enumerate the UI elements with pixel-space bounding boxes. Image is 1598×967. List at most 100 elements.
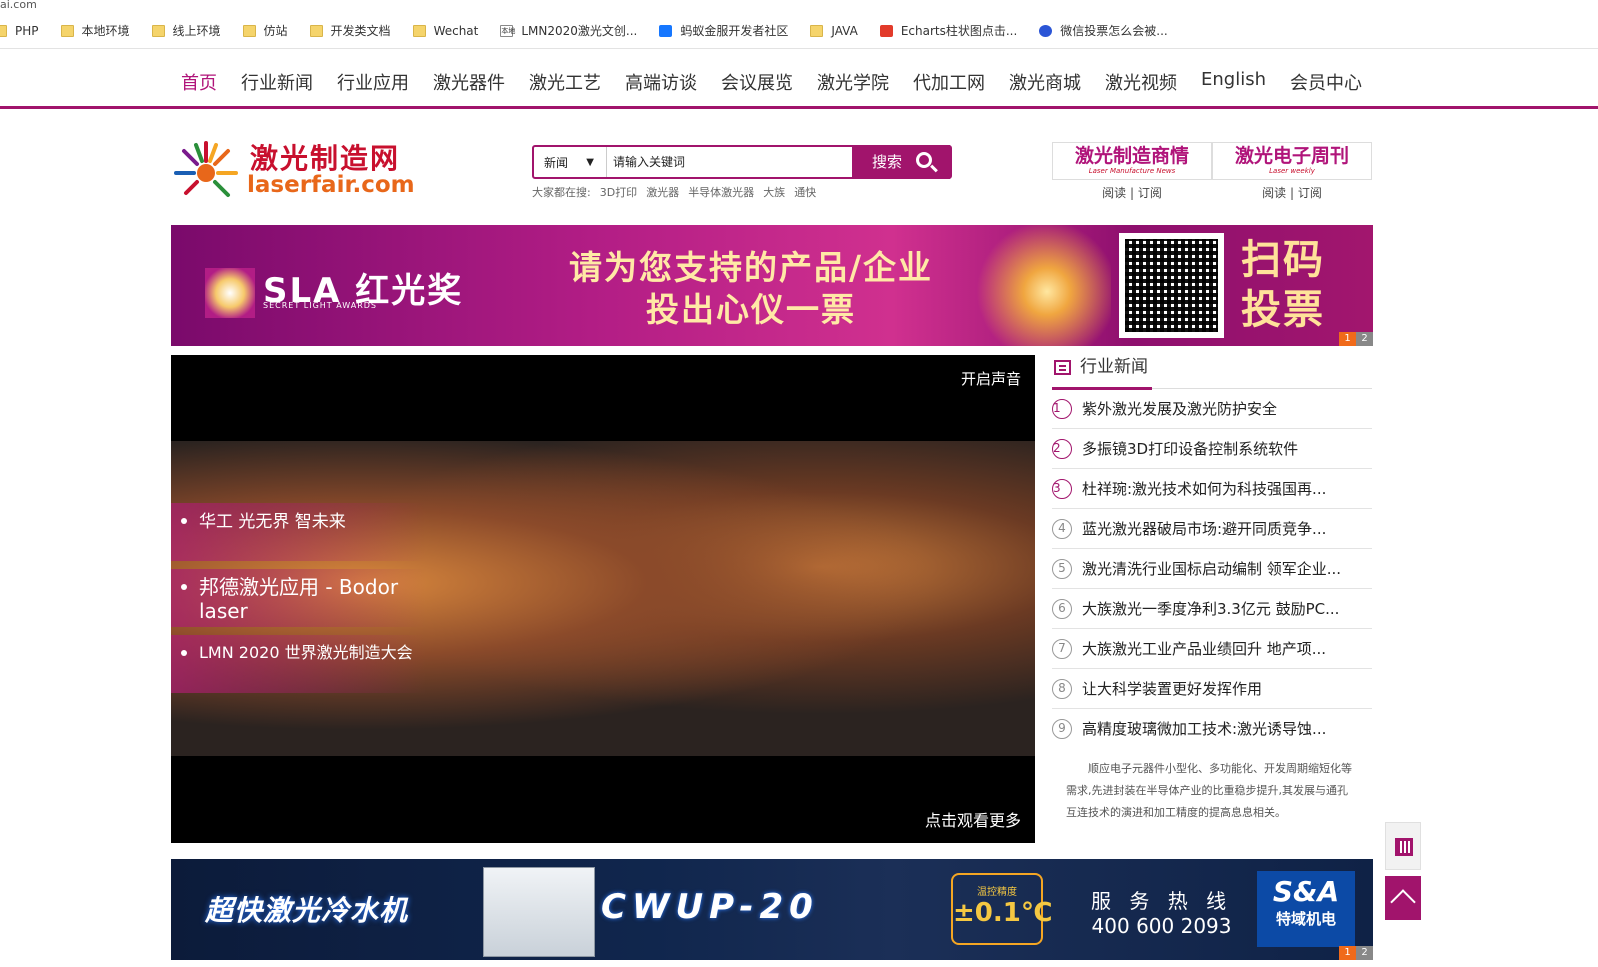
banner1-page-1[interactable]: 1 xyxy=(1339,332,1356,346)
banner1-page-2[interactable]: 2 xyxy=(1356,332,1373,346)
publication-logo[interactable]: 激光电子周刊 Laser weekly xyxy=(1212,142,1372,180)
news-item[interactable]: 5 激光清洗行业国标启动编制 领军企业... xyxy=(1052,549,1372,589)
nav-item[interactable]: 激光学院 xyxy=(817,69,889,95)
award-banner[interactable]: SLA 红光奖 SECRET LIGHT AWARDS 请为您支持的产品/企业 … xyxy=(171,225,1373,346)
search-icon xyxy=(916,152,932,168)
industry-news-panel: 行业新闻 1 紫外激光发展及激光防护安全 2 多振镜3D打印设备控制系统软件 3 杜祥琬:… xyxy=(1052,355,1372,843)
chiller-model: CWUP-20 xyxy=(601,887,819,927)
bookmark-label: 微信投票怎么会被... xyxy=(1060,24,1168,38)
logo-text-cn: 激光制造网 xyxy=(250,142,401,175)
nav-item[interactable]: 行业应用 xyxy=(337,69,409,95)
bookmark-label: PHP xyxy=(15,23,39,38)
bookmark-item[interactable]: 仿站 xyxy=(242,22,288,39)
service-hotline: 服 务 热 线 400 600 2093 xyxy=(1091,885,1232,938)
publications: 激光制造商情 Laser Manufacture News 阅读 | 订阅 激光电子周… xyxy=(1052,142,1372,202)
news-rank: 5 xyxy=(1052,559,1072,579)
bookmark-item[interactable]: 本地环境 xyxy=(60,22,130,39)
hot-search-term[interactable]: 半导体激光器 xyxy=(688,184,754,200)
bookmark-item[interactable]: Wechat xyxy=(412,24,478,38)
news-headline: 多振镜3D打印设备控制系统软件 xyxy=(1082,440,1299,458)
nav-item[interactable]: 代加工网 xyxy=(913,69,985,95)
hot-search-term[interactable]: 通快 xyxy=(794,184,816,200)
hot-search-term[interactable]: 激光器 xyxy=(646,184,679,200)
folder-icon xyxy=(60,24,74,37)
chiller-product-image xyxy=(483,867,595,957)
bookmark-item[interactable]: 线上环境 xyxy=(151,22,221,39)
temp-precision-badge: 温控精度 ±0.1℃ xyxy=(951,873,1052,945)
vote-cta-line1: 扫码 xyxy=(1241,237,1325,283)
folder-icon xyxy=(151,24,165,37)
bookmark-item[interactable]: JAVA xyxy=(810,24,858,38)
news-rank: 1 xyxy=(1052,399,1072,419)
nav-item[interactable]: 首页 xyxy=(181,69,217,95)
news-headline: 让大科学装置更好发挥作用 xyxy=(1082,680,1263,698)
alipay-icon xyxy=(659,24,673,37)
bookmark-item[interactable]: 开发类文档 xyxy=(309,22,391,39)
nav-item[interactable]: 会员中心 xyxy=(1290,69,1362,95)
search-category-select[interactable]: 新闻 ▼ xyxy=(540,152,598,174)
bookmark-label: 线上环境 xyxy=(172,24,221,38)
bookmark-label: 开发类文档 xyxy=(330,24,391,38)
banner2-page-2[interactable]: 2 xyxy=(1356,946,1373,960)
subscribe-link[interactable]: 订阅 xyxy=(1298,186,1322,200)
back-to-top-button[interactable] xyxy=(1385,876,1421,920)
nav-item[interactable]: 激光视频 xyxy=(1105,69,1177,95)
nav-item[interactable]: 激光器件 xyxy=(433,69,505,95)
award-logo-icon xyxy=(205,267,255,318)
nav-item[interactable]: 高端访谈 xyxy=(625,69,697,95)
news-headline: 蓝光激光器破局市场:避开同质竞争... xyxy=(1082,520,1327,538)
nav-item[interactable]: 会议展览 xyxy=(721,69,793,95)
search-button-label: 搜索 xyxy=(872,153,903,171)
news-title[interactable]: 行业新闻 xyxy=(1080,357,1148,377)
watch-more-link[interactable]: 点击观看更多 xyxy=(925,807,1021,831)
news-item[interactable]: 1 紫外激光发展及激光防护安全 xyxy=(1052,389,1372,429)
news-item[interactable]: 6 大族激光一季度净利3.3亿元 鼓励PC... xyxy=(1052,589,1372,629)
hot-search-term[interactable]: 3D打印 xyxy=(600,184,637,200)
news-rank: 7 xyxy=(1052,639,1072,659)
bookmark-item[interactable]: 蚂蚁金服开发者社区 xyxy=(659,22,788,39)
news-item[interactable]: 7 大族激光工业产品业绩回升 地产项... xyxy=(1052,629,1372,669)
address-bar-remnant[interactable]: ai.com xyxy=(0,0,1598,13)
bookmark-item[interactable]: 本地 LMN2020激光文创... xyxy=(500,22,637,39)
bookmark-item[interactable]: PHP xyxy=(0,24,39,38)
enable-sound-button[interactable]: 开启声音 xyxy=(961,368,1021,389)
search-input[interactable]: 请输入关键词 xyxy=(606,147,854,177)
folder-icon xyxy=(242,24,256,37)
publication-logo[interactable]: 激光制造商情 Laser Manufacture News xyxy=(1052,142,1212,180)
playlist-item[interactable]: 邦德激光应用 - Bodor laser xyxy=(171,569,426,627)
bookmarks-bar: PHP 本地环境 线上环境 仿站 开发类文档 Wechat 本地 LMN2020激光文创...… xyxy=(0,13,1598,49)
folder-icon xyxy=(0,24,7,37)
site-logo[interactable]: 激光制造网 laserfair.com xyxy=(170,137,415,203)
logo-text-en: laserfair.com xyxy=(247,172,415,198)
playlist-item[interactable]: 华工 光无界 智未来 xyxy=(171,503,426,561)
banner2-page-1[interactable]: 1 xyxy=(1339,946,1356,960)
nav-item[interactable]: 激光商城 xyxy=(1009,69,1081,95)
search-button[interactable]: 搜索 xyxy=(852,145,950,179)
news-item[interactable]: 2 多振镜3D打印设备控制系统软件 xyxy=(1052,429,1372,469)
news-headline: 大族激光一季度净利3.3亿元 鼓励PC... xyxy=(1082,600,1340,618)
playlist-item[interactable]: LMN 2020 世界激光制造大会 xyxy=(171,635,426,693)
news-item[interactable]: 8 让大科学装置更好发挥作用 xyxy=(1052,669,1372,709)
publication-links: 阅读 | 订阅 xyxy=(1052,184,1212,201)
news-item[interactable]: 4 蓝光激光器破局市场:避开同质竞争... xyxy=(1052,509,1372,549)
bookmark-item[interactable]: 微信投票怎么会被... xyxy=(1039,22,1168,39)
video-player[interactable]: 开启声音 华工 光无界 智未来 邦德激光应用 - Bodor laser LMN… xyxy=(171,355,1035,843)
bookmark-item[interactable]: Echarts柱状图点击... xyxy=(879,22,1017,39)
news-item[interactable]: 9 高精度玻璃微加工技术:激光诱导蚀... xyxy=(1052,709,1372,749)
sa-brand: S&A xyxy=(1272,875,1340,908)
nav-item[interactable]: 激光工艺 xyxy=(529,69,601,95)
read-link[interactable]: 阅读 xyxy=(1102,186,1126,200)
chiller-ad-banner[interactable]: 超快激光冷水机 CWUP-20 温控精度 ±0.1℃ 服 务 热 线 400 6… xyxy=(171,859,1373,960)
publication-card: 激光制造商情 Laser Manufacture News 阅读 | 订阅 xyxy=(1052,142,1212,202)
news-item[interactable]: 3 杜祥琬:激光技术如何为科技强国再... xyxy=(1052,469,1372,509)
subscribe-link[interactable]: 订阅 xyxy=(1138,186,1162,200)
banner1-pager: 1 2 xyxy=(1339,332,1373,346)
award-line2: 投出心仪一票 xyxy=(646,290,856,329)
nav-item[interactable]: 行业新闻 xyxy=(241,69,313,95)
side-qr-button[interactable] xyxy=(1385,822,1421,870)
folder-icon xyxy=(309,24,323,37)
read-link[interactable]: 阅读 xyxy=(1262,186,1286,200)
hot-search-term[interactable]: 大族 xyxy=(763,184,785,200)
nav-item[interactable]: English xyxy=(1201,69,1266,95)
news-header: 行业新闻 xyxy=(1052,355,1372,390)
